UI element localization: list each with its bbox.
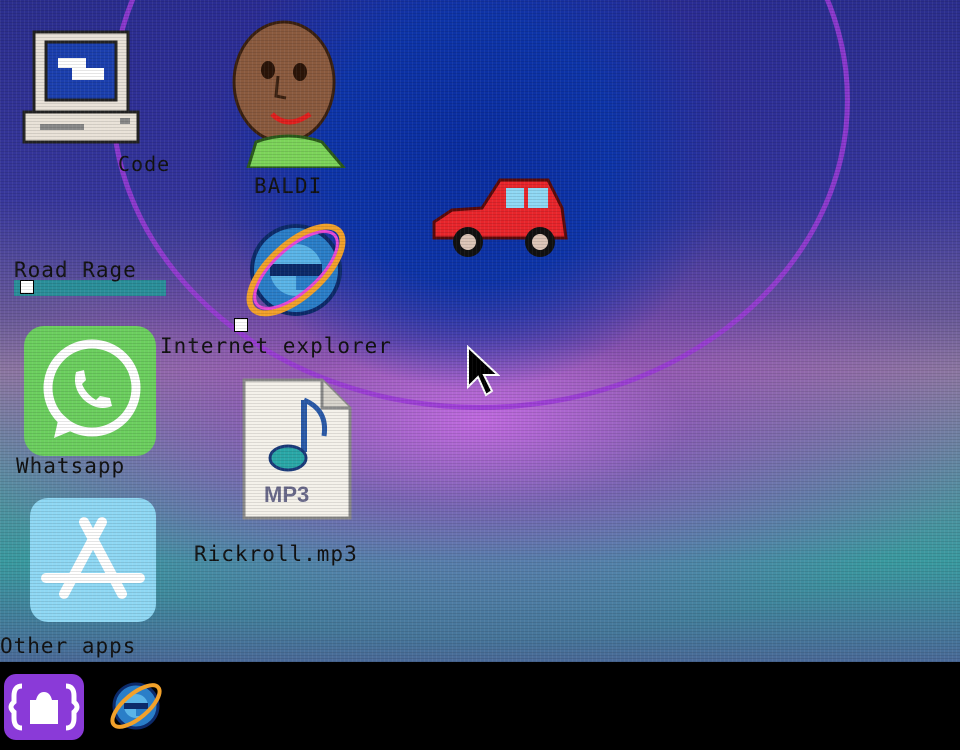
road-rage-label: Road Rage bbox=[14, 258, 137, 282]
shortcut-arrow-icon bbox=[234, 318, 248, 332]
other-apps-label: Other apps bbox=[0, 634, 137, 658]
baldi-head-icon[interactable] bbox=[228, 18, 348, 170]
internet-explorer-label: Internet explorer bbox=[160, 334, 392, 358]
mp3-file-icon[interactable]: MP3 bbox=[242, 378, 352, 520]
desktop-wallpaper: Code BALDI Road Rage Internet explorer W… bbox=[0, 0, 960, 662]
computer-label: Code bbox=[118, 152, 171, 176]
internet-explorer-icon[interactable] bbox=[234, 206, 356, 332]
taskbar bbox=[0, 662, 960, 750]
whatsapp-icon[interactable] bbox=[24, 326, 156, 456]
shortcut-arrow-icon bbox=[20, 280, 34, 294]
baldi-label: BALDI bbox=[254, 174, 323, 198]
taskbar-internet-explorer-icon[interactable] bbox=[106, 674, 166, 734]
whatsapp-label: Whatsapp bbox=[16, 454, 126, 478]
red-car-icon[interactable] bbox=[428, 172, 570, 264]
mp3-badge: MP3 bbox=[264, 482, 310, 507]
computer-icon[interactable] bbox=[20, 28, 145, 153]
road-rage-icon-bar bbox=[14, 280, 166, 296]
mouse-cursor-icon bbox=[466, 344, 501, 407]
mp3-label: Rickroll.mp3 bbox=[194, 542, 358, 566]
puzzle-icon[interactable] bbox=[4, 674, 84, 740]
app-store-icon[interactable] bbox=[30, 498, 156, 622]
